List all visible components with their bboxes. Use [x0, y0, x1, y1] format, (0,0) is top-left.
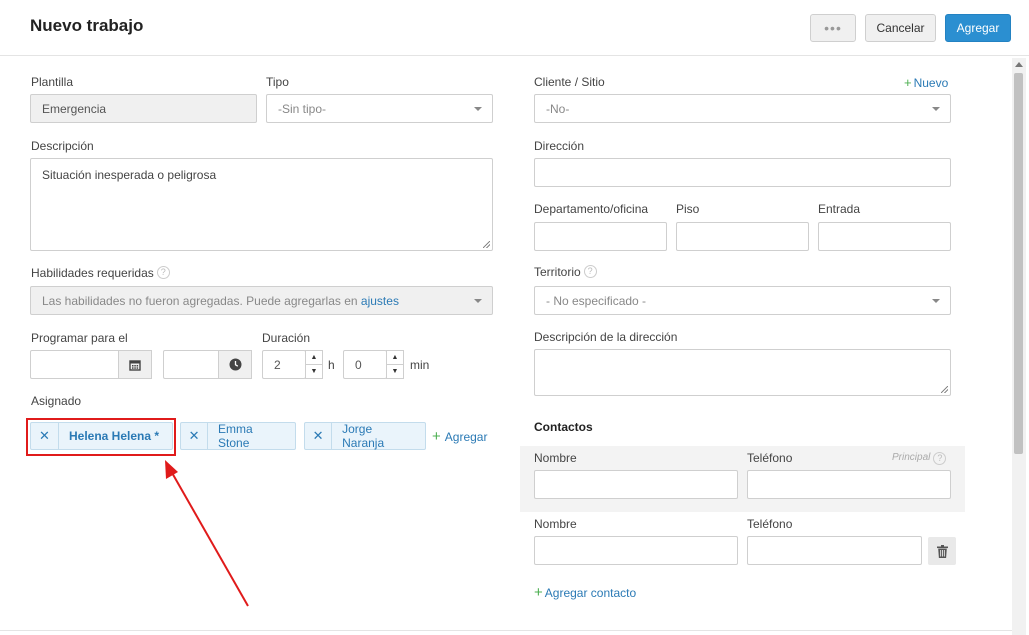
entrance-label: Entrada: [818, 202, 861, 216]
new-client-link[interactable]: + Nuevo: [904, 75, 948, 90]
add-contact-label: Agregar contacto: [544, 586, 637, 600]
contacts-title: Contactos: [534, 420, 593, 434]
contact-name-label: Nombre: [534, 451, 577, 465]
new-client-label: Nuevo: [913, 76, 949, 90]
address-input[interactable]: [534, 158, 951, 187]
help-icon[interactable]: ?: [583, 265, 597, 278]
contact-name-label: Nombre: [534, 517, 577, 531]
territory-value: - No especificado -: [546, 293, 647, 308]
floor-input[interactable]: [676, 222, 809, 251]
territory-select[interactable]: - No especificado -: [534, 286, 951, 315]
department-input[interactable]: [534, 222, 667, 251]
contact-name-input[interactable]: [534, 536, 738, 565]
delete-contact-button[interactable]: [928, 537, 956, 565]
chevron-down-icon: [932, 107, 940, 111]
scrollbar-thumb[interactable]: [1014, 73, 1023, 454]
resize-grip-icon[interactable]: [941, 386, 948, 393]
primary-label-text: Principal: [892, 452, 931, 463]
department-label: Departamento/oficina: [534, 202, 649, 216]
floor-label: Piso: [676, 202, 700, 216]
territory-label: Territorio?: [534, 265, 597, 279]
territory-label-text: Territorio: [534, 265, 581, 279]
client-value: -No-: [546, 101, 570, 116]
trash-icon: [936, 544, 948, 558]
plus-icon: +: [904, 75, 912, 90]
contact-name-input[interactable]: [534, 470, 738, 499]
plus-icon: +: [534, 584, 543, 601]
add-contact-link[interactable]: + Agregar contacto: [534, 584, 636, 601]
contact-phone-label: Teléfono: [747, 517, 793, 531]
client-label: Cliente / Sitio: [534, 75, 605, 89]
address-label: Dirección: [534, 139, 585, 153]
client-select[interactable]: -No-: [534, 94, 951, 123]
help-icon[interactable]: ?: [933, 452, 947, 465]
contact-phone-input[interactable]: [747, 470, 951, 499]
address-description-label: Descripción de la dirección: [534, 330, 678, 344]
contact-phone-label: Teléfono: [747, 451, 793, 465]
entrance-input[interactable]: [818, 222, 951, 251]
address-description-textarea[interactable]: [534, 349, 951, 396]
contact-phone-input[interactable]: [747, 536, 922, 565]
primary-contact-label: Principal?: [892, 452, 947, 465]
chevron-down-icon: [932, 299, 940, 303]
scroll-up-icon[interactable]: [1015, 62, 1023, 67]
footer-divider: [0, 630, 1012, 631]
